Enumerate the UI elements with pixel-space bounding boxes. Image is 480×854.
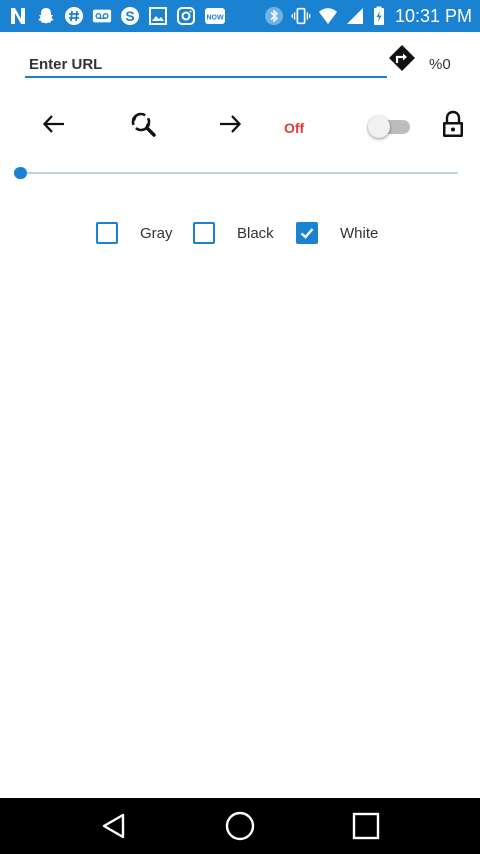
color-options: Gray Black White	[0, 216, 480, 250]
now-app-icon: NOW	[204, 6, 226, 26]
vibrate-icon	[291, 6, 311, 26]
skype-icon: S	[120, 6, 140, 26]
back-nav-icon[interactable]	[96, 808, 132, 844]
n-app-icon	[8, 6, 28, 26]
hashtag-icon	[64, 6, 84, 26]
instagram-icon	[176, 6, 196, 26]
switch-thumb	[368, 116, 390, 138]
lock-icon[interactable]	[437, 108, 469, 140]
checkbox-box[interactable]	[96, 222, 118, 244]
svg-text:S: S	[125, 8, 134, 24]
slider-track	[14, 172, 458, 174]
bluetooth-icon	[264, 6, 284, 26]
checkbox-white[interactable]: White	[296, 218, 378, 248]
recents-nav-icon[interactable]	[348, 808, 384, 844]
url-bar: %0	[0, 42, 480, 90]
slider-thumb[interactable]	[14, 167, 27, 179]
go-directions-icon[interactable]	[388, 44, 416, 72]
checkbox-black[interactable]: Black	[193, 218, 274, 248]
notification-icons: S NOW	[8, 4, 226, 28]
checkbox-label: Gray	[140, 224, 173, 242]
progress-slider[interactable]	[14, 164, 460, 182]
checkbox-label: White	[340, 224, 379, 242]
battery-charging-icon	[372, 6, 386, 26]
toggle-state-label: Off	[284, 120, 305, 136]
checkbox-label: Black	[237, 224, 274, 242]
system-icons: 10:31 PM	[264, 4, 472, 28]
checkbox-box[interactable]	[193, 222, 215, 244]
home-nav-icon[interactable]	[222, 808, 258, 844]
signal-icon	[345, 6, 365, 26]
back-arrow-icon[interactable]	[38, 108, 70, 140]
load-percent: %0	[429, 56, 451, 73]
browser-toolbar: Off	[0, 100, 480, 148]
checkmark-icon	[300, 228, 314, 239]
wifi-icon	[318, 6, 338, 26]
url-input[interactable]	[25, 52, 387, 78]
clock: 10:31 PM	[394, 5, 472, 26]
status-bar: S NOW 10:31 PM	[0, 0, 480, 32]
navigation-bar	[0, 798, 480, 854]
forward-arrow-icon[interactable]	[214, 108, 246, 140]
toggle-switch[interactable]	[368, 114, 414, 138]
voicemail-icon	[92, 6, 112, 26]
refresh-search-icon[interactable]	[127, 108, 159, 140]
checkbox-gray[interactable]: Gray	[96, 218, 173, 248]
snapchat-icon	[36, 6, 56, 26]
checkbox-box[interactable]	[296, 222, 318, 244]
image-icon	[148, 6, 168, 26]
svg-text:NOW: NOW	[206, 15, 224, 22]
